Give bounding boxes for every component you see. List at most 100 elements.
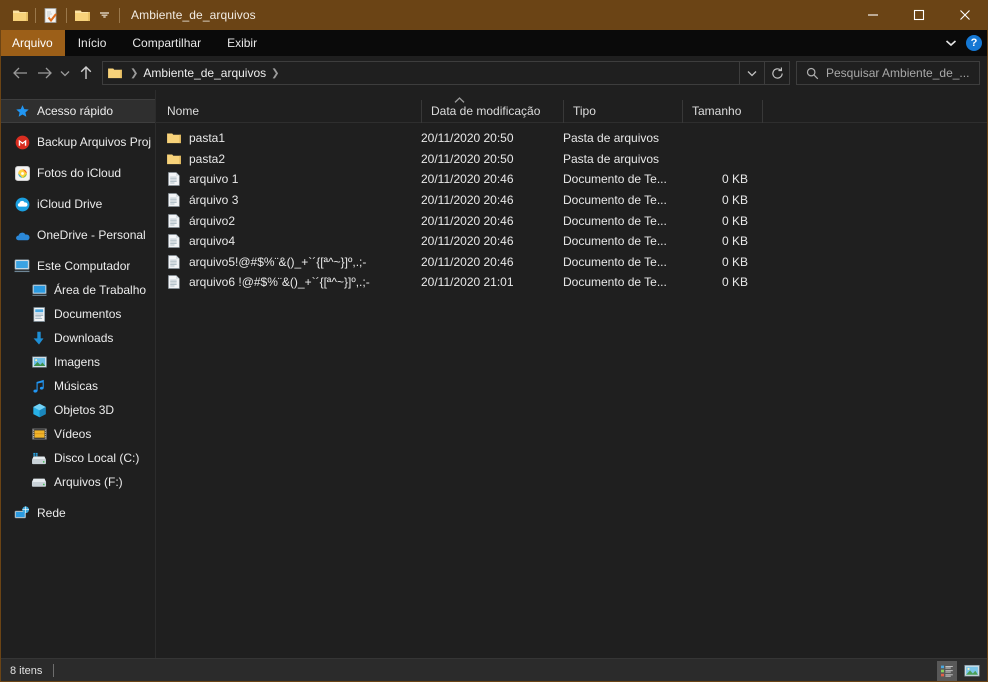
cell-size: 0 KB: [721, 213, 748, 228]
tab-compartilhar-label: Compartilhar: [132, 36, 202, 50]
file-rows: pasta1 20/11/2020 20:50 Pasta de arquivo…: [156, 123, 988, 658]
table-row[interactable]: pasta2 20/11/2020 20:50 Pasta de arquivo…: [156, 149, 988, 170]
sidebar-item-label: OneDrive - Personal: [37, 228, 146, 242]
sidebar-item-videos[interactable]: Vídeos: [0, 422, 155, 446]
sidebar-item-este-computador[interactable]: Este Computador: [0, 254, 155, 278]
cell-date: 20/11/2020 20:46: [421, 213, 514, 228]
cell-date: 20/11/2020 20:50: [421, 131, 514, 146]
folder-icon: [167, 130, 181, 146]
status-bar: 8 itens: [0, 658, 988, 682]
back-icon[interactable]: [8, 61, 32, 85]
sidebar-item-label: Vídeos: [54, 427, 92, 441]
large-icons-view-button[interactable]: [962, 661, 982, 681]
close-button[interactable]: [942, 0, 988, 30]
sidebar-item-fotos-do-icloud[interactable]: Fotos do iCloud: [0, 161, 155, 185]
sidebar-item-label: Este Computador: [37, 259, 131, 273]
column-header-tipo[interactable]: Tipo: [563, 99, 682, 123]
sidebar-item-downloads[interactable]: Downloads: [0, 326, 155, 350]
chevron-right-icon[interactable]: ❯: [125, 68, 143, 79]
folder-icon[interactable]: [71, 4, 93, 26]
sidebar-item-arquivos-f[interactable]: Arquivos (F:): [0, 470, 155, 494]
sidebar-item-imagens[interactable]: Imagens: [0, 350, 155, 374]
window-title: Ambiente_de_arquivos: [131, 8, 256, 22]
column-header-data-de-modificacao[interactable]: Data de modificação: [421, 99, 563, 123]
navigation-pane[interactable]: Acesso rápido Backup Arquivos Proj Fotos…: [0, 90, 156, 658]
details-view-button[interactable]: [937, 660, 957, 681]
tab-arquivo[interactable]: Arquivo: [0, 30, 65, 56]
tab-exibir[interactable]: Exibir: [214, 30, 270, 56]
cell-name[interactable]: arquivo6 !@#$%¨&()_+`´{[ª^~}]º,.;-: [156, 274, 421, 290]
column-header-nome[interactable]: Nome: [156, 100, 421, 123]
sidebar-item-area-de-trabalho[interactable]: Área de Trabalho: [0, 278, 155, 302]
chevron-down-icon[interactable]: [740, 62, 764, 84]
minimize-button[interactable]: [850, 0, 896, 30]
table-row[interactable]: árquivo 3 20/11/2020 20:46 Documento de …: [156, 190, 988, 211]
sidebar-item-label: Rede: [37, 506, 66, 520]
table-row[interactable]: arquivo 1 20/11/2020 20:46 Documento de …: [156, 169, 988, 190]
file-name: arquivo5!@#$%¨&()_+`´{[ª^~}]º,.;-: [189, 254, 367, 269]
recent-locations-icon[interactable]: [56, 61, 74, 85]
tab-compartilhar[interactable]: Compartilhar: [119, 30, 214, 56]
text-file-icon: [167, 274, 181, 290]
breadcrumb[interactable]: Ambiente_de_arquivos: [143, 66, 266, 80]
window-controls: [850, 0, 988, 30]
3d-objects-icon: [31, 402, 47, 418]
file-name: arquivo 1: [189, 172, 239, 187]
help-icon[interactable]: ?: [966, 35, 982, 51]
toolbar-divider-3: [119, 7, 120, 23]
up-icon[interactable]: [74, 61, 98, 85]
cell-type: Pasta de arquivos: [563, 131, 660, 146]
table-row[interactable]: arquivo5!@#$%¨&()_+`´{[ª^~}]º,.;- 20/11/…: [156, 252, 988, 273]
sidebar-item-rede[interactable]: Rede: [0, 501, 155, 525]
sidebar-item-label: Downloads: [54, 331, 114, 345]
folder-icon: [167, 151, 181, 167]
downloads-icon: [31, 330, 47, 346]
cell-name[interactable]: arquivo4: [156, 233, 421, 249]
chevron-down-icon[interactable]: [93, 4, 115, 26]
column-header-spacer[interactable]: [762, 99, 782, 123]
cell-name[interactable]: pasta1: [156, 130, 421, 146]
sidebar-item-documentos[interactable]: Documentos: [0, 302, 155, 326]
table-row[interactable]: arquivo6 !@#$%¨&()_+`´{[ª^~}]º,.;- 20/11…: [156, 272, 988, 293]
forward-icon[interactable]: [32, 61, 56, 85]
sidebar-item-disco-local-c[interactable]: Disco Local (C:): [0, 446, 155, 470]
table-row[interactable]: arquivo4 20/11/2020 20:46 Documento de T…: [156, 231, 988, 252]
sidebar-item-label: Acesso rápido: [37, 104, 114, 118]
sidebar-item-objetos-3d[interactable]: Objetos 3D: [0, 398, 155, 422]
text-file-icon: [167, 171, 181, 187]
column-header-label: Tamanho: [692, 104, 742, 118]
chevron-down-icon[interactable]: [945, 34, 957, 52]
column-header-tamanho[interactable]: Tamanho: [682, 99, 762, 123]
table-row[interactable]: pasta1 20/11/2020 20:50 Pasta de arquivo…: [156, 128, 988, 149]
refresh-icon[interactable]: [765, 62, 789, 84]
sidebar-item-acesso-rapido[interactable]: Acesso rápido: [0, 99, 155, 123]
sidebar-item-onedrive-personal[interactable]: OneDrive - Personal: [0, 223, 155, 247]
sidebar-item-label: Backup Arquivos Proj: [37, 135, 152, 149]
sidebar-item-backup-arquivos-proj[interactable]: Backup Arquivos Proj: [0, 130, 155, 154]
tab-exibir-label: Exibir: [227, 36, 258, 50]
tab-inicio[interactable]: Início: [65, 30, 120, 56]
cell-type: Documento de Te...: [563, 213, 667, 228]
title-bar: Ambiente_de_arquivos: [0, 0, 988, 30]
search-placeholder: Pesquisar Ambiente_de_...: [826, 66, 970, 80]
search-input[interactable]: Pesquisar Ambiente_de_...: [796, 61, 980, 85]
cell-name[interactable]: árquivo 3: [156, 192, 421, 208]
cell-name[interactable]: arquivo 1: [156, 171, 421, 187]
cell-name[interactable]: árquivo2: [156, 213, 421, 229]
cell-name[interactable]: pasta2: [156, 151, 421, 167]
cell-type: Documento de Te...: [563, 193, 667, 208]
checklist-icon[interactable]: [40, 4, 62, 26]
maximize-button[interactable]: [896, 0, 942, 30]
column-header-label: Nome: [167, 104, 200, 118]
explorer-window: Ambiente_de_arquivos Arquivo Início Comp…: [0, 0, 988, 682]
table-row[interactable]: árquivo2 20/11/2020 20:46 Documento de T…: [156, 210, 988, 231]
file-list-pane[interactable]: Nome Data de modificação Tipo Tamanho pa…: [156, 90, 988, 658]
folder-icon[interactable]: [9, 4, 31, 26]
sidebar-item-musicas[interactable]: Músicas: [0, 374, 155, 398]
text-file-icon: [167, 233, 181, 249]
sidebar-item-icloud-drive[interactable]: iCloud Drive: [0, 192, 155, 216]
folder-icon: [108, 67, 122, 79]
cell-name[interactable]: arquivo5!@#$%¨&()_+`´{[ª^~}]º,.;-: [156, 254, 421, 270]
chevron-right-icon[interactable]: ❯: [266, 68, 284, 79]
address-bar[interactable]: ❯ Ambiente_de_arquivos ❯: [102, 61, 790, 85]
